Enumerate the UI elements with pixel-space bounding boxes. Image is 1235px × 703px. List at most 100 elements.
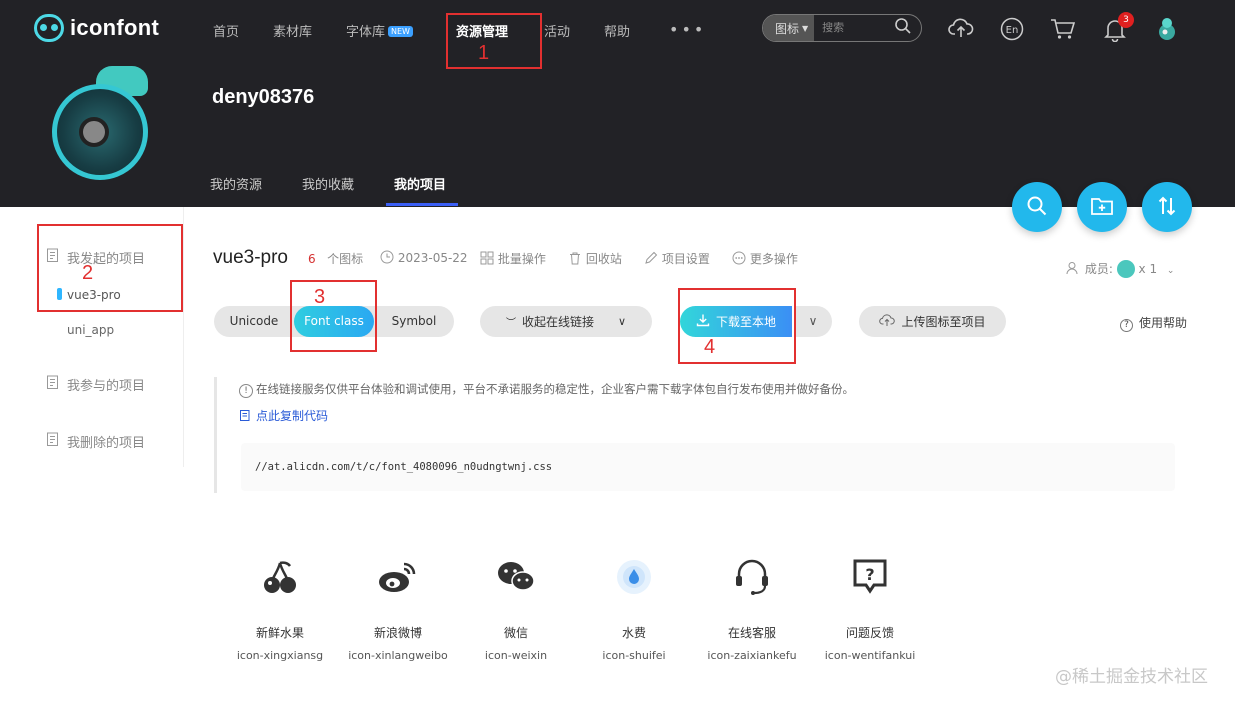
annotation-box-1 [446,13,542,69]
water-drop-icon [617,560,651,594]
active-tab-underline [386,203,458,206]
svg-text:En: En [1006,25,1019,36]
download-dropdown[interactable]: ∨ [794,306,832,337]
nav-activity[interactable]: 活动 [544,21,570,40]
icon-class-name: icon-shuifei [602,649,666,662]
more-nav-icon[interactable]: ••• [669,20,706,39]
nav-home[interactable]: 首页 [213,21,239,40]
tab-my-projects[interactable]: 我的项目 [394,174,446,193]
icon-count-number: 6 [308,252,316,266]
sidebar-item-joined-label: 我参与的项目 [67,379,146,394]
icon-card-wentifankui[interactable]: ? 问题反馈 icon-wentifankui [811,552,929,662]
member-avatar [1116,260,1135,278]
copy-icon [239,410,252,425]
nav-material[interactable]: 素材库 [273,21,312,40]
sidebar-item-joined[interactable]: 我参与的项目 [46,375,145,394]
chevron-down-icon: ▼ [802,23,809,33]
icon-label: 在线客服 [727,626,776,640]
nav-fonts-label: 字体库 [346,25,386,40]
tab-my-resources[interactable]: 我的资源 [210,174,262,193]
service-notice: ! 在线链接服务仅供平台体验和调试使用，平台不承诺服务的稳定性，企业客户需下载字体… [239,381,854,398]
upload-cloud-icon[interactable] [948,17,974,42]
sidebar-item-deleted-label: 我删除的项目 [67,436,146,451]
iconfont-logo[interactable]: iconfont [34,14,159,42]
icon-card-xingxiansg[interactable]: 新鲜水果 icon-xingxiansg [221,552,339,662]
new-folder-fab[interactable] [1077,182,1127,232]
svg-text:?: ? [865,565,874,584]
css-link-url[interactable]: //at.alicdn.com/t/c/font_4080096_n0udngt… [255,461,552,473]
icon-label: 新鲜水果 [255,626,304,640]
project-date-value: 2023-05-22 [397,251,468,265]
upload-icons-button[interactable]: 上传图标至项目 [859,306,1006,337]
members-count: x 1 [1138,262,1158,276]
search-type-select[interactable]: 图标 ▼ [763,15,815,41]
collapse-online-link-label: 收起在线链接 [521,315,594,329]
profile-avatar[interactable] [52,84,148,180]
search-icon[interactable] [894,17,912,39]
collapse-online-link-button[interactable]: ︶ 收起在线链接 ∨ [480,306,652,337]
upload-icons-label: 上传图标至项目 [901,315,986,329]
cherry-icon [264,561,296,593]
eye-closed-icon: ︶ [505,318,516,329]
search-box: 图标 ▼ [762,14,922,42]
sidebar-project-uni-app[interactable]: uni_app [67,323,114,337]
search-fab[interactable] [1012,182,1062,232]
notification-badge: 3 [1118,12,1134,28]
folder-add-icon [1091,198,1113,215]
recycle-bin-label: 回收站 [585,252,622,266]
project-settings-button[interactable]: 项目设置 [644,250,710,268]
chevron-down-icon: ⌄ [1166,266,1175,276]
icon-card-zaixiankefu[interactable]: 在线客服 icon-zaixiankefu [693,552,811,662]
format-symbol[interactable]: Symbol [374,306,454,337]
chevron-down-icon: ∨ [808,314,818,328]
nav-fonts[interactable]: 字体库 NEW [346,21,413,40]
search-icon [1027,196,1047,216]
format-unicode[interactable]: Unicode [214,306,294,337]
sidebar-item-deleted[interactable]: 我删除的项目 [46,432,145,451]
annotation-number-2: 2 [82,262,94,284]
sort-icon [1158,196,1176,216]
search-input[interactable] [814,22,893,34]
icon-label: 微信 [503,626,528,640]
sort-fab[interactable] [1142,182,1192,232]
annotation-number-4: 4 [704,336,716,358]
user-icon [1066,262,1081,278]
icon-label: 新浪微博 [373,626,422,640]
user-avatar[interactable] [1155,16,1179,45]
weibo-icon [379,562,416,592]
info-icon: ! [239,384,253,398]
copy-code-label: 点此复制代码 [256,409,329,423]
recycle-bin-button[interactable]: 回收站 [568,250,622,268]
question-icon: ? [1120,319,1133,332]
more-circle-icon [732,251,746,268]
online-link-panel: ! 在线链接服务仅供平台体验和调试使用，平台不承诺服务的稳定性，企业客户需下载字体… [214,377,1175,493]
feedback-icon: ? [853,559,887,594]
icon-card-shuifei[interactable]: 水费 icon-shuifei [575,552,693,662]
document-list-icon [46,432,61,451]
username: deny08376 [212,86,315,108]
nav-help[interactable]: 帮助 [604,21,630,40]
code-box[interactable]: //at.alicdn.com/t/c/font_4080096_n0udngt… [241,443,1175,491]
members-selector[interactable]: 成员: x 1 ⌄ [1066,260,1174,278]
language-en-icon[interactable]: En [1000,17,1024,44]
cart-icon[interactable] [1050,18,1076,43]
headset-icon [736,559,768,595]
tab-my-favorites[interactable]: 我的收藏 [302,174,354,193]
usage-help-link[interactable]: ? 使用帮助 [1120,314,1187,332]
project-date: 2023-05-22 [380,250,468,267]
logo-icon [34,14,64,42]
more-operations-button[interactable]: 更多操作 [732,250,798,268]
icon-count: 6 个图标 [308,250,363,267]
icon-class-name: icon-weixin [484,649,548,662]
upload-cloud-icon [879,313,896,330]
annotation-box-4 [678,288,796,364]
search-type-label: 图标 [775,21,800,36]
icon-card-weixin[interactable]: 微信 icon-weixin [457,552,575,662]
top-header: iconfont 首页 素材库 字体库 NEW 资源管理 活动 帮助 ••• 图标… [0,0,1235,207]
icon-card-xinlangweibo[interactable]: 新浪微博 icon-xinlangweibo [339,552,457,662]
edit-tag-icon [644,251,658,268]
chevron-down-icon: ∨ [617,315,627,328]
service-notice-text: 在线链接服务仅供平台体验和调试使用，平台不承诺服务的稳定性，企业客户需下载字体包… [256,382,854,396]
batch-operation-button[interactable]: 批量操作 [480,250,546,268]
copy-code-link[interactable]: 点此复制代码 [239,407,328,425]
